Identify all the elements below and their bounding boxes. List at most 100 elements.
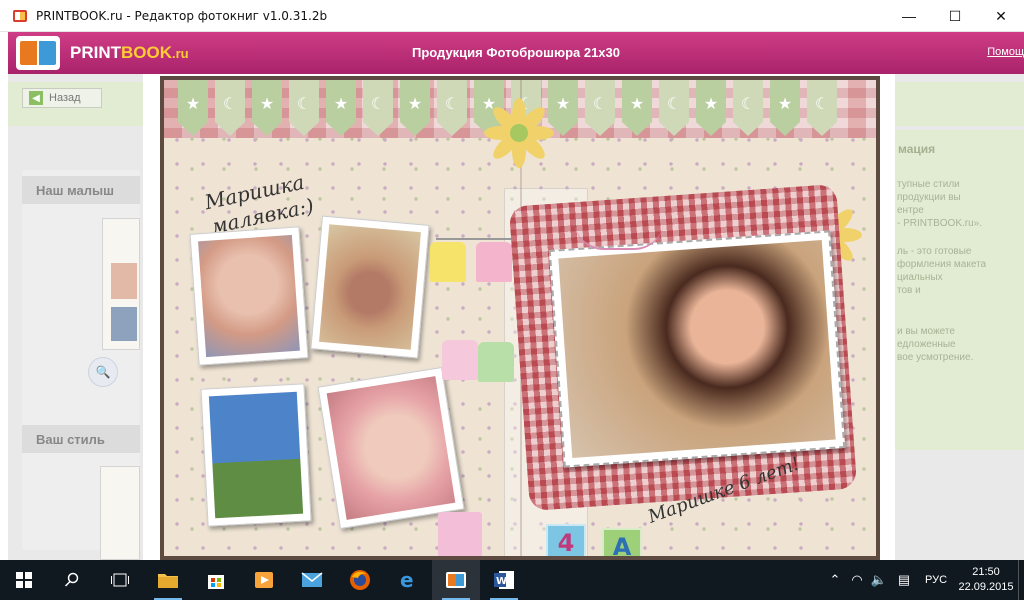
taskbar-app-printbook[interactable] <box>432 560 480 600</box>
info-line: ентре <box>897 205 924 216</box>
moon-flag-icon: ☾ <box>807 80 837 136</box>
taskbar-app-media-player[interactable] <box>240 560 288 600</box>
taskbar-app-mail[interactable] <box>288 560 336 600</box>
volume-icon[interactable]: 🔈 <box>868 572 890 588</box>
taskbar-app-firefox[interactable] <box>336 560 384 600</box>
star-flag-icon: ★ <box>696 80 726 136</box>
info-line: - PRINTBOOK.ru». <box>897 218 983 229</box>
dress-pink <box>476 242 512 282</box>
window-title: PRINTBOOK.ru - Редактор фотокниг v1.0.31… <box>36 8 328 23</box>
search-icon <box>64 572 79 587</box>
section-heading-baby[interactable]: Наш малыш <box>22 176 140 204</box>
windows-logo-icon <box>16 572 32 588</box>
media-player-icon <box>255 572 273 588</box>
chevron-up-icon[interactable]: ⌃ <box>824 572 846 588</box>
info-line: едложенные <box>897 339 956 350</box>
star-flag-icon: ★ <box>622 80 652 136</box>
moon-flag-icon: ☾ <box>659 80 689 136</box>
window-titlebar[interactable]: PRINTBOOK.ru - Редактор фотокниг v1.0.31… <box>0 0 1024 32</box>
wifi-icon[interactable]: ◠ <box>846 572 868 588</box>
windows-taskbar: e W ⌃ ◠ 🔈 ▤ РУС 21:50 22.09.2015 <box>0 560 1024 600</box>
task-view-icon <box>111 573 129 587</box>
info-line: тупные стили <box>897 179 960 190</box>
moon-flag-icon: ☾ <box>585 80 615 136</box>
photo-frame[interactable] <box>310 215 430 359</box>
info-line: формления макета <box>897 259 987 270</box>
photo-frame[interactable] <box>317 367 465 529</box>
printbook-icon <box>446 572 466 588</box>
arrow-left-icon: ◀ <box>29 91 43 105</box>
taskbar-app-word[interactable]: W <box>480 560 528 600</box>
baby-hat-photo <box>319 224 421 350</box>
help-link[interactable]: Помощ <box>987 46 1024 58</box>
svg-text:e: e <box>400 569 414 591</box>
dress-light-pink <box>442 340 478 380</box>
clothesline <box>436 238 516 240</box>
gift-box-icon <box>438 512 482 556</box>
info-line: продукции вы <box>897 192 961 203</box>
maximize-button[interactable]: ☐ <box>932 0 978 32</box>
svg-text:W: W <box>496 576 507 587</box>
star-flag-icon: ★ <box>178 80 208 136</box>
photobook-spread[interactable]: ★ ☾ ★ ☾ ★ ☾ ★ ☾ ★ ☾ ★ ☾ ★ ☾ ★ ☾ ★ ☾ Мари… <box>160 76 880 560</box>
search-button[interactable] <box>48 560 96 600</box>
show-desktop-button[interactable] <box>1018 560 1024 600</box>
thumb-photo <box>111 263 137 299</box>
moon-flag-icon: ☾ <box>363 80 393 136</box>
photo-frame[interactable] <box>189 226 309 366</box>
star-flag-icon: ★ <box>326 80 356 136</box>
photo-frame[interactable] <box>548 230 846 468</box>
back-button[interactable]: ◀ Назад <box>22 88 102 108</box>
info-line: вое усмотрение. <box>897 352 974 363</box>
app-header: PRINTBOOK.ru Продукция Фотоброшюра 21x30… <box>8 32 1024 74</box>
taskbar-app-store[interactable] <box>192 560 240 600</box>
zoom-icon[interactable]: 🔍 <box>88 357 118 387</box>
back-button-label: Назад <box>49 92 81 104</box>
info-heading: мация <box>898 142 936 156</box>
input-language[interactable]: РУС <box>918 574 954 586</box>
notifications-icon[interactable]: ▤ <box>890 572 918 588</box>
photo-frame[interactable] <box>200 383 312 527</box>
taskbar-app-edge[interactable]: e <box>384 560 432 600</box>
star-flag-icon: ★ <box>252 80 282 136</box>
newborn-photo <box>326 376 456 520</box>
page-thumbnail[interactable] <box>102 218 140 350</box>
start-button[interactable] <box>0 560 48 600</box>
close-button[interactable]: ✕ <box>978 0 1024 32</box>
baby-photo <box>198 234 300 358</box>
firefox-icon <box>350 570 370 590</box>
folder-icon <box>158 574 178 588</box>
section-heading-style[interactable]: Ваш стиль <box>22 425 140 453</box>
moon-flag-icon: ☾ <box>733 80 763 136</box>
flower-decoration <box>484 98 554 168</box>
printbook-app-icon <box>12 8 28 24</box>
window-controls: — ☐ ✕ <box>886 0 1024 32</box>
info-line: тов и <box>897 285 921 296</box>
product-title: Продукция Фотоброшюра 21x30 <box>411 45 620 60</box>
toddler-photo <box>208 391 304 519</box>
thumb-photo <box>111 307 137 341</box>
word-icon: W <box>494 571 514 589</box>
info-line: ль - это готовые <box>897 246 972 257</box>
task-view-button[interactable] <box>96 560 144 600</box>
info-line: циальных <box>897 272 943 283</box>
star-flag-icon: ★ <box>400 80 430 136</box>
clock[interactable]: 21:50 22.09.2015 <box>954 565 1018 595</box>
romper-yellow <box>430 242 466 282</box>
star-flag-icon: ★ <box>770 80 800 136</box>
style-thumbnail[interactable] <box>100 466 140 560</box>
moon-flag-icon: ☾ <box>215 80 245 136</box>
clock-time: 21:50 <box>972 566 1000 578</box>
girl-with-bear-photo <box>558 240 836 458</box>
edge-icon: e <box>400 569 414 591</box>
taskbar-app-file-explorer[interactable] <box>144 560 192 600</box>
minimize-button[interactable]: — <box>886 0 932 32</box>
letter-block-icon: A <box>602 528 642 556</box>
info-line: и вы можете <box>897 326 955 337</box>
store-icon <box>208 575 224 589</box>
system-tray: ⌃ ◠ 🔈 ▤ РУС 21:50 22.09.2015 <box>824 560 1024 600</box>
letter-block-icon: 4 <box>546 524 586 556</box>
moon-flag-icon: ☾ <box>289 80 319 136</box>
moon-flag-icon: ☾ <box>437 80 467 136</box>
shirt-green <box>478 342 514 382</box>
